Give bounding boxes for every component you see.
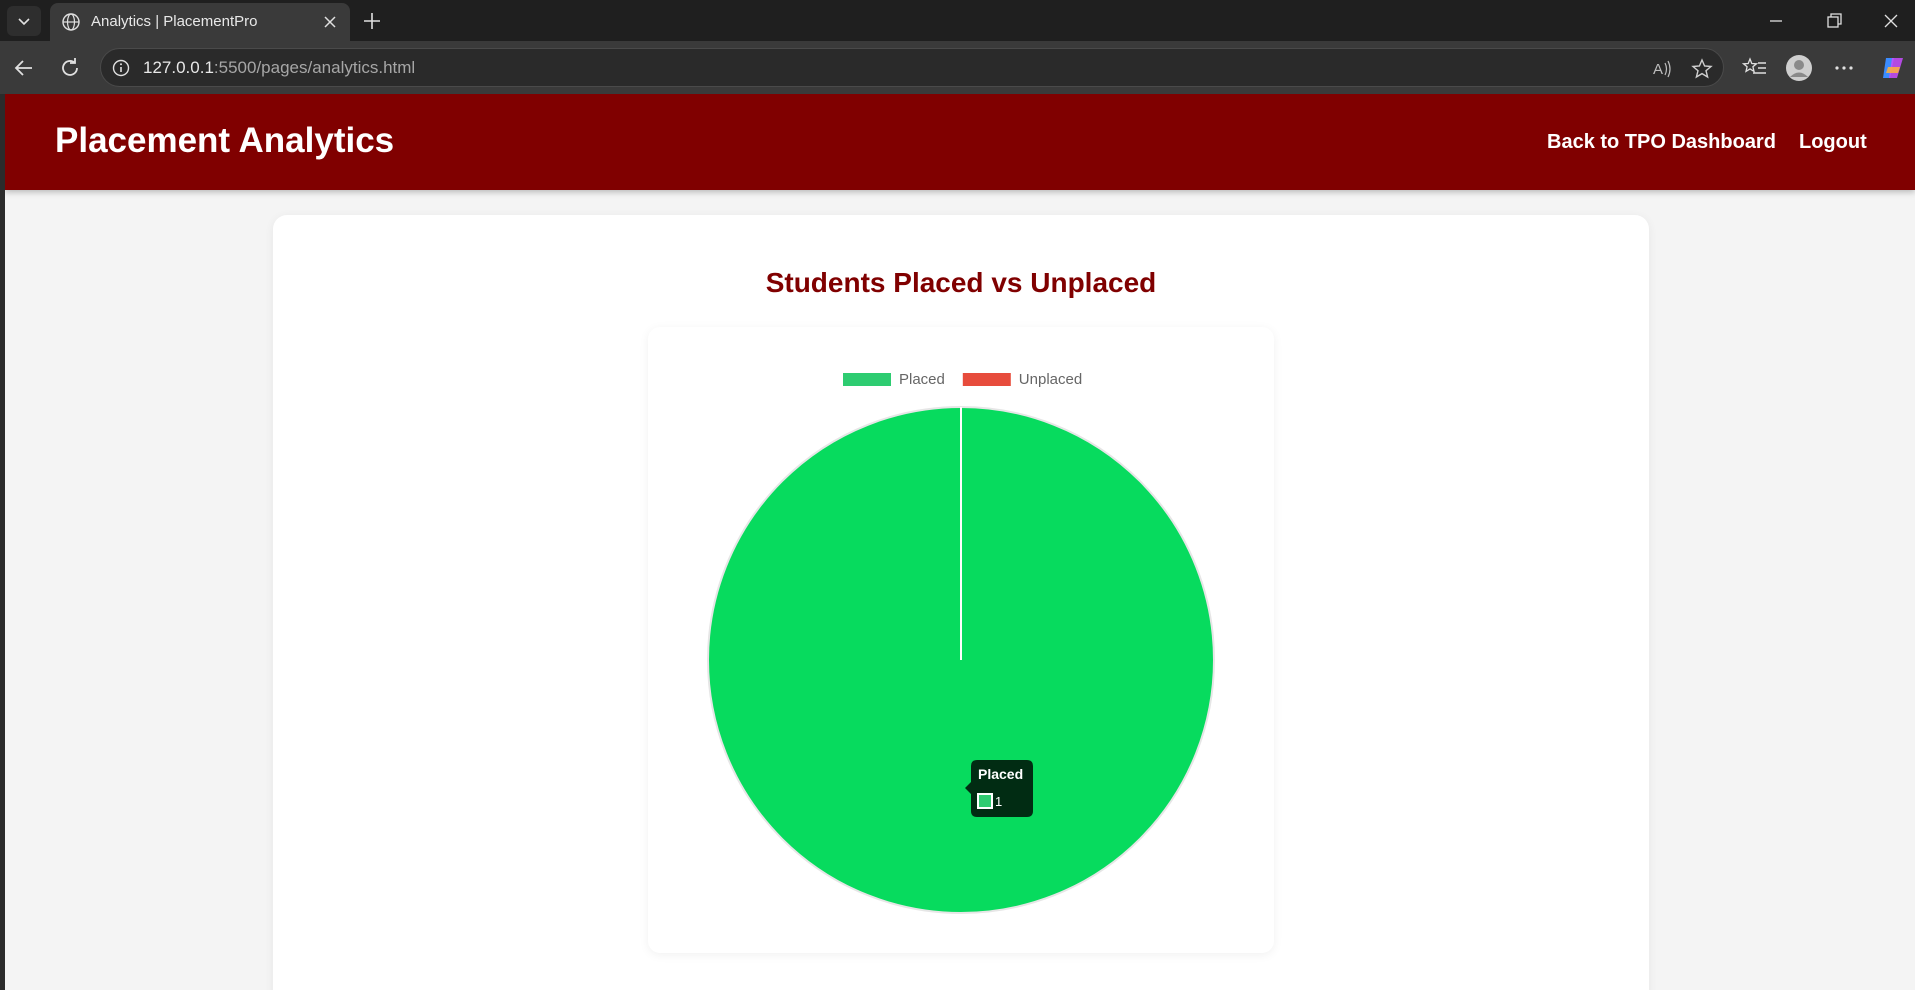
page-viewport: Placement Analytics Back to TPO Dashboar… [5, 94, 1915, 990]
legend-label-unplaced[interactable]: Unplaced [1019, 371, 1082, 388]
app-header: Placement Analytics Back to TPO Dashboar… [5, 94, 1915, 190]
nav-logout[interactable]: Logout [1799, 130, 1867, 154]
tab-list-button[interactable] [7, 6, 41, 36]
page-title: Placement Analytics [55, 121, 395, 160]
chart-title: Students Placed vs Unplaced [765, 267, 1157, 298]
chevron-down-icon [18, 18, 30, 26]
tab-title: Analytics | PlacementPro [91, 13, 258, 30]
back-arrow-icon[interactable] [10, 54, 38, 82]
url-host: 127.0.0.1 [143, 58, 214, 77]
tooltip-value: 1 [995, 794, 1002, 809]
legend-label-placed[interactable]: Placed [899, 371, 945, 388]
address-bar[interactable]: 127.0.0.1:5500/pages/analytics.html A [100, 48, 1724, 87]
tooltip-title: Placed [978, 766, 1023, 782]
more-options-icon[interactable] [1829, 53, 1859, 83]
url-path: :5500/pages/analytics.html [213, 58, 416, 77]
globe-icon [62, 13, 80, 31]
tooltip-color-box [977, 793, 993, 809]
profile-avatar-icon[interactable] [1784, 53, 1814, 83]
browser-toolbar: 127.0.0.1:5500/pages/analytics.html A [0, 41, 1915, 94]
info-icon[interactable] [111, 58, 131, 78]
legend-swatch-placed[interactable] [843, 373, 891, 386]
read-aloud-icon[interactable]: A [1650, 57, 1674, 81]
svg-text:A: A [1653, 61, 1663, 78]
browser-tab-strip: Analytics | PlacementPro [0, 0, 1915, 41]
favorite-star-icon[interactable] [1690, 57, 1714, 81]
legend-swatch-unplaced[interactable] [962, 373, 1011, 386]
chart-container: Placed Unplaced Placed 1 [648, 327, 1274, 953]
copilot-icon[interactable] [1878, 53, 1908, 83]
window-close-icon[interactable] [1877, 8, 1905, 34]
nav-back-to-tpo-dashboard[interactable]: Back to TPO Dashboard [1547, 130, 1776, 154]
analytics-card: Students Placed vs Unplaced Placed Unplac… [273, 215, 1649, 990]
restore-icon[interactable] [1820, 8, 1848, 34]
browser-tab-active[interactable]: Analytics | PlacementPro [50, 3, 350, 41]
pie-chart: Placed Unplaced Placed 1 [707, 371, 1215, 914]
new-tab-icon[interactable] [358, 8, 386, 34]
close-icon[interactable] [321, 13, 339, 31]
refresh-icon[interactable] [56, 54, 84, 82]
chart-tooltip: Placed 1 [965, 760, 1033, 817]
url-text[interactable]: 127.0.0.1:5500/pages/analytics.html [143, 58, 415, 78]
favorites-icon[interactable] [1740, 53, 1770, 83]
minimize-icon[interactable] [1762, 8, 1790, 34]
chart-legend: Placed Unplaced [843, 371, 1082, 388]
